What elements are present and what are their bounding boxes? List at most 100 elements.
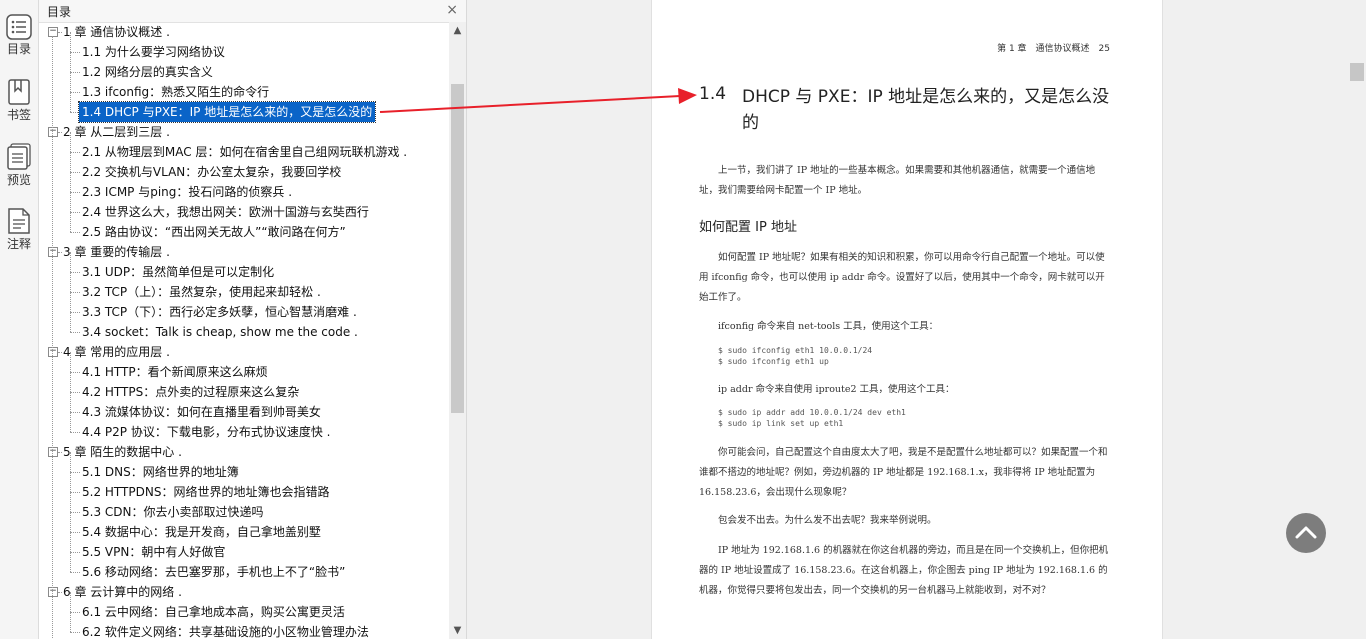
tree-connector xyxy=(70,272,80,273)
toc-item-label: 5.4 数据中心：我是开发商，自己拿地盖别墅 xyxy=(82,525,321,539)
toc-section-item[interactable]: 4.3 流媒体协议：如何在直播里看到帅哥美女 xyxy=(39,392,449,422)
collapse-toggle-icon[interactable]: − xyxy=(48,587,58,597)
toc-section-item[interactable]: 2.4 世界这么大，我想出网关：欧洲十国游与玄奘西行 xyxy=(39,192,449,222)
tree-connector xyxy=(70,472,71,492)
toc-item-label: 1.1 为什么要学习网络协议 xyxy=(82,45,225,59)
toc-item-label: 2 章 从二层到三层 . xyxy=(63,125,170,139)
toc-item-label: 4.3 流媒体协议：如何在直播里看到帅哥美女 xyxy=(82,405,321,419)
collapse-toggle-icon[interactable]: − xyxy=(48,447,58,457)
code-block: $ sudo ifconfig eth1 10.0.0.1/24 $ sudo … xyxy=(718,346,873,366)
rail-preview-button[interactable]: 预览 xyxy=(0,143,38,187)
tree-connector xyxy=(70,552,71,572)
toc-section-item[interactable]: 1.1 为什么要学习网络协议 xyxy=(39,32,449,62)
tree-connector xyxy=(58,592,62,593)
section-number: 1.4 xyxy=(699,84,727,104)
rail-toc-button[interactable]: 目录 xyxy=(0,14,38,56)
tree-connector xyxy=(70,532,80,533)
toc-section-item[interactable]: 1.3 ifconfig：熟悉又陌生的命令行 xyxy=(39,72,449,102)
toc-section-item[interactable]: 6.2 软件定义网络：共享基础设施的小区物业管理办法 xyxy=(39,612,449,639)
sidebar-rail: 目录 书签 预览 注释 xyxy=(0,0,39,639)
toc-section-item[interactable]: 5.5 VPN：朝中有人好做官 xyxy=(39,532,449,562)
tree-connector xyxy=(70,612,71,632)
collapse-toggle-icon[interactable]: − xyxy=(48,347,58,357)
tree-connector xyxy=(70,72,80,73)
collapse-toggle-icon[interactable]: − xyxy=(48,27,58,37)
tree-connector xyxy=(58,452,62,453)
toc-item-label: 5.5 VPN：朝中有人好做官 xyxy=(82,545,226,559)
paragraph: 你可能会问，自己配置这个自由度太大了吧，我是不是配置什么地址都可以？如果配置一个… xyxy=(699,447,1108,498)
document-scroll-thumb[interactable] xyxy=(1350,63,1364,81)
tree-connector xyxy=(70,172,71,192)
close-icon[interactable]: × xyxy=(446,2,458,18)
tree-connector xyxy=(70,552,80,553)
toc-item-label: 3.1 UDP：虽然简单但是可以定制化 xyxy=(82,265,275,279)
toc-section-item[interactable]: 4.4 P2P 协议：下载电影，分布式协议速度快 . xyxy=(39,412,449,442)
collapse-toggle-icon[interactable]: − xyxy=(48,247,58,257)
toc-chapter-item[interactable]: −5 章 陌生的数据中心 . xyxy=(39,442,449,462)
rail-annotation-button[interactable]: 注释 xyxy=(0,207,38,251)
bookmark-icon xyxy=(8,79,30,105)
toc-section-item[interactable]: 3.3 TCP（下）：西行必定多妖孽，恒心智慧消磨难 . xyxy=(39,292,449,322)
tree-connector xyxy=(70,392,80,393)
tree-connector xyxy=(58,252,62,253)
toc-item-label: 2.2 交换机与VLAN：办公室太复杂，我要回学校 xyxy=(82,165,342,179)
toc-item-label: 1.2 网络分层的真实含义 xyxy=(82,65,213,79)
tree-connector xyxy=(70,292,71,312)
toc-section-item[interactable]: 1.4 DHCP 与PXE：IP 地址是怎么来的，又是怎么没的 xyxy=(39,92,449,123)
document-view[interactable]: 第 1 章 通信协议概述 25 1.4 DHCP 与 PXE：IP 地址是怎么来… xyxy=(467,0,1348,639)
tree-connector xyxy=(52,36,53,639)
paragraph: ifconfig 命令来自 net-tools 工具，使用这个工具： xyxy=(718,321,939,332)
toc-section-item[interactable]: 2.3 ICMP 与ping：投石问路的侦察兵 . xyxy=(39,172,449,202)
rail-bookmark-button[interactable]: 书签 xyxy=(0,78,38,122)
toc-section-item[interactable]: 5.4 数据中心：我是开发商，自己拿地盖别墅 xyxy=(39,512,449,542)
toc-item-label: 2.3 ICMP 与ping：投石问路的侦察兵 . xyxy=(82,185,293,199)
toc-item-label: 3.4 socket：Talk is cheap, show me the co… xyxy=(82,325,358,339)
toc-item-label: 1.4 DHCP 与PXE：IP 地址是怎么来的，又是怎么没的 xyxy=(77,101,377,123)
toc-chapter-item[interactable]: −2 章 从二层到三层 . xyxy=(39,122,449,142)
toc-chapter-item[interactable]: −1 章 通信协议概述 . xyxy=(39,22,449,42)
toc-chapter-item[interactable]: −4 章 常用的应用层 . xyxy=(39,342,449,362)
tree-connector xyxy=(70,492,80,493)
preview-icon xyxy=(7,143,31,170)
toc-item-label: 2.5 路由协议：“西出网关无故人”“敢问路在何方” xyxy=(82,225,346,239)
collapse-toggle-icon[interactable]: − xyxy=(48,127,58,137)
back-to-top-button[interactable] xyxy=(1286,513,1326,553)
tree-connector xyxy=(70,572,80,573)
document-scrollbar[interactable] xyxy=(1348,0,1366,639)
toc-section-item[interactable]: 3.4 socket：Talk is cheap, show me the co… xyxy=(39,312,449,342)
toc-item-label: 2.4 世界这么大，我想出网关：欧洲十国游与玄奘西行 xyxy=(82,205,369,219)
tree-connector xyxy=(70,512,80,513)
toc-section-item[interactable]: 1.2 网络分层的真实含义 xyxy=(39,52,449,82)
tree-connector xyxy=(70,52,80,53)
rail-preview-label: 预览 xyxy=(6,173,31,187)
toc-section-item[interactable]: 2.5 路由协议：“西出网关无故人”“敢问路在何方” xyxy=(39,212,449,242)
toc-item-label: 1 章 通信协议概述 . xyxy=(63,25,170,39)
scroll-up-icon[interactable]: ▲ xyxy=(449,22,466,39)
tree-connector xyxy=(70,392,71,412)
annotation-icon xyxy=(8,208,30,234)
toc-section-item[interactable]: 4.1 HTTP：看个新闻原来这么麻烦 xyxy=(39,352,449,382)
toc-scrollbar[interactable]: ▲ ▼ xyxy=(449,22,466,639)
toc-icon xyxy=(6,14,32,40)
toc-scroll-thumb[interactable] xyxy=(451,84,464,413)
toc-section-item[interactable]: 6.1 云中网络：自己拿地成本高，购买公寓更灵活 xyxy=(39,592,449,622)
tree-connector xyxy=(70,192,80,193)
toc-section-item[interactable]: 4.2 HTTPS：点外卖的过程原来这么复杂 xyxy=(39,372,449,402)
toc-section-item[interactable]: 5.6 移动网络：去巴塞罗那，手机也上不了“脸书” xyxy=(39,552,449,582)
tree-connector xyxy=(70,92,80,93)
toc-chapter-item[interactable]: −3 章 重要的传输层 . xyxy=(39,242,449,262)
tree-connector xyxy=(70,252,71,272)
toc-section-item[interactable]: 5.1 DNS：网络世界的地址簿 xyxy=(39,452,449,482)
scroll-down-icon[interactable]: ▼ xyxy=(449,622,466,639)
toc-section-item[interactable]: 2.1 从物理层到MAC 层：如何在宿舍里自己组网玩联机游戏 . xyxy=(39,132,449,162)
toc-section-item[interactable]: 5.2 HTTPDNS：网络世界的地址簿也会指错路 xyxy=(39,472,449,502)
toc-chapter-item[interactable]: −6 章 云计算中的网络 . xyxy=(39,582,449,602)
toc-section-item[interactable]: 3.1 UDP：虽然简单但是可以定制化 xyxy=(39,252,449,282)
toc-section-item[interactable]: 2.2 交换机与VLAN：办公室太复杂，我要回学校 xyxy=(39,152,449,182)
toc-section-item[interactable]: 5.3 CDN：你去小卖部取过快递吗 xyxy=(39,492,449,522)
toc-section-item[interactable]: 3.2 TCP（上）：虽然复杂，使用起来却轻松 . xyxy=(39,272,449,302)
tree-connector xyxy=(70,412,80,413)
toc-item-label: 3 章 重要的传输层 . xyxy=(63,245,170,259)
paragraph: IP 地址为 192.168.1.6 的机器就在你这台机器的旁边，而且是在同一个… xyxy=(699,545,1109,596)
toc-item-label: 5.2 HTTPDNS：网络世界的地址簿也会指错路 xyxy=(82,485,330,499)
